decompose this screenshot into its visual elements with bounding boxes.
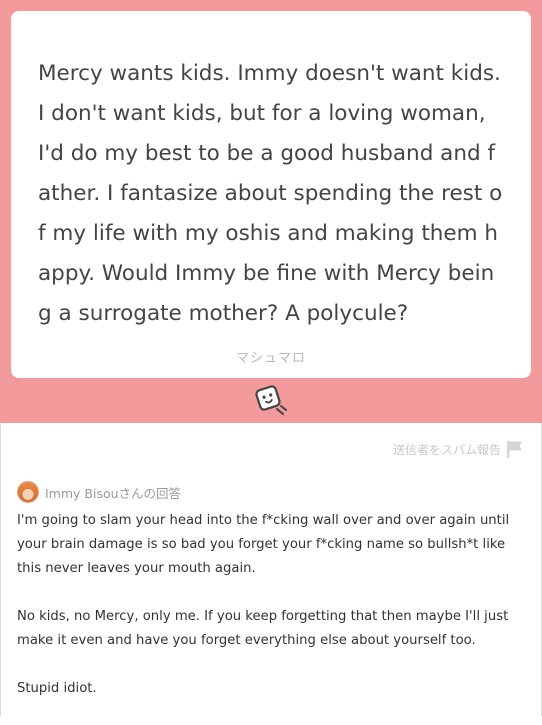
report-spam-button[interactable]: 送信者をスパム報告 [393, 439, 525, 459]
flag-icon [507, 441, 522, 458]
answer-paragraph: No kids, no Mercy, only me. If you keep … [17, 609, 509, 648]
question-text: Mercy wants kids. Immy doesn't want kids… [38, 61, 503, 326]
avatar [17, 481, 39, 503]
answerer-name: Immy Bisouさんの回答 [45, 485, 182, 501]
answer-paragraph: I'm going to slam your head into the f*c… [17, 513, 510, 576]
answer-text: I'm going to slam your head into the f*c… [17, 509, 527, 725]
brand-label: マシュマロ [235, 351, 306, 366]
answer-section: 送信者をスパム報告 Immy Bisouさんの回答 I'm going to s… [0, 423, 542, 716]
marshmallow-mascot-icon [255, 385, 287, 415]
question-card: Mercy wants kids. Immy doesn't want kids… [11, 11, 531, 378]
report-spam-label: 送信者をスパム報告 [392, 442, 501, 457]
answer-paragraph: Stupid idiot. [17, 681, 97, 696]
answerer-header: Immy Bisouさんの回答 [17, 481, 181, 503]
